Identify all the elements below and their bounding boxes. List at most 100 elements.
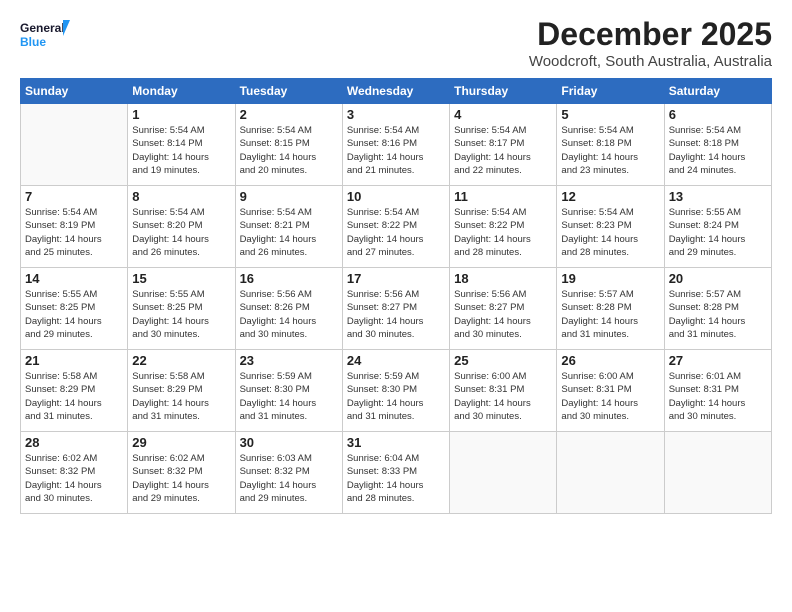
day-info: Sunrise: 5:56 AM Sunset: 8:26 PM Dayligh… [240,288,338,341]
cell-w4-d4: 24 Sunrise: 5:59 AM Sunset: 8:30 PM Dayli… [342,350,449,432]
day-number: 24 [347,353,445,368]
day-number: 5 [561,107,659,122]
cell-w2-d1: 7 Sunrise: 5:54 AM Sunset: 8:19 PM Daylig… [21,186,128,268]
day-info: Sunrise: 5:54 AM Sunset: 8:20 PM Dayligh… [132,206,230,259]
cell-w2-d6: 12 Sunrise: 5:54 AM Sunset: 8:23 PM Dayli… [557,186,664,268]
day-info: Sunrise: 6:03 AM Sunset: 8:32 PM Dayligh… [240,452,338,505]
header-sunday: Sunday [21,79,128,104]
cell-w1-d3: 2 Sunrise: 5:54 AM Sunset: 8:15 PM Daylig… [235,104,342,186]
svg-text:Blue: Blue [20,35,46,49]
day-info: Sunrise: 5:54 AM Sunset: 8:18 PM Dayligh… [561,124,659,177]
day-info: Sunrise: 5:54 AM Sunset: 8:15 PM Dayligh… [240,124,338,177]
header-monday: Monday [128,79,235,104]
cell-w1-d1 [21,104,128,186]
day-number: 21 [25,353,123,368]
week-row-2: 7 Sunrise: 5:54 AM Sunset: 8:19 PM Daylig… [21,186,772,268]
day-info: Sunrise: 5:56 AM Sunset: 8:27 PM Dayligh… [347,288,445,341]
cell-w1-d7: 6 Sunrise: 5:54 AM Sunset: 8:18 PM Daylig… [664,104,771,186]
cell-w4-d7: 27Sunrise: 6:01 AM Sunset: 8:31 PM Dayli… [664,350,771,432]
day-number: 26 [561,353,659,368]
cell-w5-d1: 28 Sunrise: 6:02 AM Sunset: 8:32 PM Dayli… [21,432,128,514]
day-number: 31 [347,435,445,450]
cell-w3-d4: 17 Sunrise: 5:56 AM Sunset: 8:27 PM Dayli… [342,268,449,350]
day-number: 11 [454,189,552,204]
day-number: 4 [454,107,552,122]
day-info: Sunrise: 5:54 AM Sunset: 8:22 PM Dayligh… [454,206,552,259]
day-info: Sunrise: 5:57 AM Sunset: 8:28 PM Dayligh… [669,288,767,341]
cell-w5-d3: 30Sunrise: 6:03 AM Sunset: 8:32 PM Dayli… [235,432,342,514]
cell-w3-d3: 16 Sunrise: 5:56 AM Sunset: 8:26 PM Dayli… [235,268,342,350]
cell-w3-d7: 20Sunrise: 5:57 AM Sunset: 8:28 PM Dayli… [664,268,771,350]
day-number: 10 [347,189,445,204]
cell-w4-d3: 23 Sunrise: 5:59 AM Sunset: 8:30 PM Dayli… [235,350,342,432]
day-info: Sunrise: 5:54 AM Sunset: 8:14 PM Dayligh… [132,124,230,177]
day-number: 13 [669,189,767,204]
cell-w5-d4: 31 Sunrise: 6:04 AM Sunset: 8:33 PM Dayli… [342,432,449,514]
day-info: Sunrise: 5:54 AM Sunset: 8:18 PM Dayligh… [669,124,767,177]
cell-w4-d1: 21 Sunrise: 5:58 AM Sunset: 8:29 PM Dayli… [21,350,128,432]
cell-w2-d2: 8 Sunrise: 5:54 AM Sunset: 8:20 PM Daylig… [128,186,235,268]
header-tuesday: Tuesday [235,79,342,104]
day-number: 16 [240,271,338,286]
day-number: 23 [240,353,338,368]
cell-w4-d5: 25 Sunrise: 6:00 AM Sunset: 8:31 PM Dayli… [450,350,557,432]
svg-text:General: General [20,21,65,35]
day-number: 9 [240,189,338,204]
day-number: 22 [132,353,230,368]
day-info: Sunrise: 6:00 AM Sunset: 8:31 PM Dayligh… [561,370,659,423]
week-row-4: 21 Sunrise: 5:58 AM Sunset: 8:29 PM Dayli… [21,350,772,432]
logo: General Blue [20,16,70,58]
cell-w5-d5 [450,432,557,514]
cell-w2-d4: 10 Sunrise: 5:54 AM Sunset: 8:22 PM Dayli… [342,186,449,268]
cell-w1-d2: 1 Sunrise: 5:54 AM Sunset: 8:14 PM Daylig… [128,104,235,186]
week-row-3: 14 Sunrise: 5:55 AM Sunset: 8:25 PM Dayli… [21,268,772,350]
day-info: Sunrise: 5:54 AM Sunset: 8:23 PM Dayligh… [561,206,659,259]
day-number: 29 [132,435,230,450]
day-number: 2 [240,107,338,122]
day-number: 18 [454,271,552,286]
header-friday: Friday [557,79,664,104]
page-title: December 2025 [529,16,772,53]
day-info: Sunrise: 5:57 AM Sunset: 8:28 PM Dayligh… [561,288,659,341]
cell-w3-d5: 18 Sunrise: 5:56 AM Sunset: 8:27 PM Dayli… [450,268,557,350]
calendar-table: Sunday Monday Tuesday Wednesday Thursday… [20,78,772,514]
day-info: Sunrise: 6:01 AM Sunset: 8:31 PM Dayligh… [669,370,767,423]
cell-w5-d7 [664,432,771,514]
day-number: 19 [561,271,659,286]
day-number: 8 [132,189,230,204]
day-info: Sunrise: 5:54 AM Sunset: 8:16 PM Dayligh… [347,124,445,177]
cell-w2-d3: 9 Sunrise: 5:54 AM Sunset: 8:21 PM Daylig… [235,186,342,268]
page-subtitle: Woodcroft, South Australia, Australia [529,53,772,70]
day-number: 14 [25,271,123,286]
day-info: Sunrise: 5:56 AM Sunset: 8:27 PM Dayligh… [454,288,552,341]
cell-w5-d6 [557,432,664,514]
day-number: 12 [561,189,659,204]
day-info: Sunrise: 5:55 AM Sunset: 8:25 PM Dayligh… [132,288,230,341]
cell-w1-d6: 5 Sunrise: 5:54 AM Sunset: 8:18 PM Daylig… [557,104,664,186]
day-info: Sunrise: 6:02 AM Sunset: 8:32 PM Dayligh… [132,452,230,505]
day-number: 17 [347,271,445,286]
day-number: 7 [25,189,123,204]
day-info: Sunrise: 5:54 AM Sunset: 8:21 PM Dayligh… [240,206,338,259]
day-number: 1 [132,107,230,122]
day-info: Sunrise: 5:54 AM Sunset: 8:17 PM Dayligh… [454,124,552,177]
day-info: Sunrise: 6:04 AM Sunset: 8:33 PM Dayligh… [347,452,445,505]
day-info: Sunrise: 5:55 AM Sunset: 8:25 PM Dayligh… [25,288,123,341]
day-info: Sunrise: 5:54 AM Sunset: 8:22 PM Dayligh… [347,206,445,259]
day-info: Sunrise: 5:59 AM Sunset: 8:30 PM Dayligh… [240,370,338,423]
cell-w2-d7: 13 Sunrise: 5:55 AM Sunset: 8:24 PM Dayli… [664,186,771,268]
cell-w5-d2: 29 Sunrise: 6:02 AM Sunset: 8:32 PM Dayli… [128,432,235,514]
day-info: Sunrise: 6:00 AM Sunset: 8:31 PM Dayligh… [454,370,552,423]
day-number: 6 [669,107,767,122]
day-info: Sunrise: 5:54 AM Sunset: 8:19 PM Dayligh… [25,206,123,259]
day-info: Sunrise: 6:02 AM Sunset: 8:32 PM Dayligh… [25,452,123,505]
day-info: Sunrise: 5:55 AM Sunset: 8:24 PM Dayligh… [669,206,767,259]
day-info: Sunrise: 5:58 AM Sunset: 8:29 PM Dayligh… [25,370,123,423]
cell-w2-d5: 11 Sunrise: 5:54 AM Sunset: 8:22 PM Dayli… [450,186,557,268]
day-number: 28 [25,435,123,450]
cell-w4-d6: 26 Sunrise: 6:00 AM Sunset: 8:31 PM Dayli… [557,350,664,432]
day-info: Sunrise: 5:59 AM Sunset: 8:30 PM Dayligh… [347,370,445,423]
cell-w4-d2: 22Sunrise: 5:58 AM Sunset: 8:29 PM Dayli… [128,350,235,432]
calendar-header-row: Sunday Monday Tuesday Wednesday Thursday… [21,79,772,104]
day-number: 25 [454,353,552,368]
